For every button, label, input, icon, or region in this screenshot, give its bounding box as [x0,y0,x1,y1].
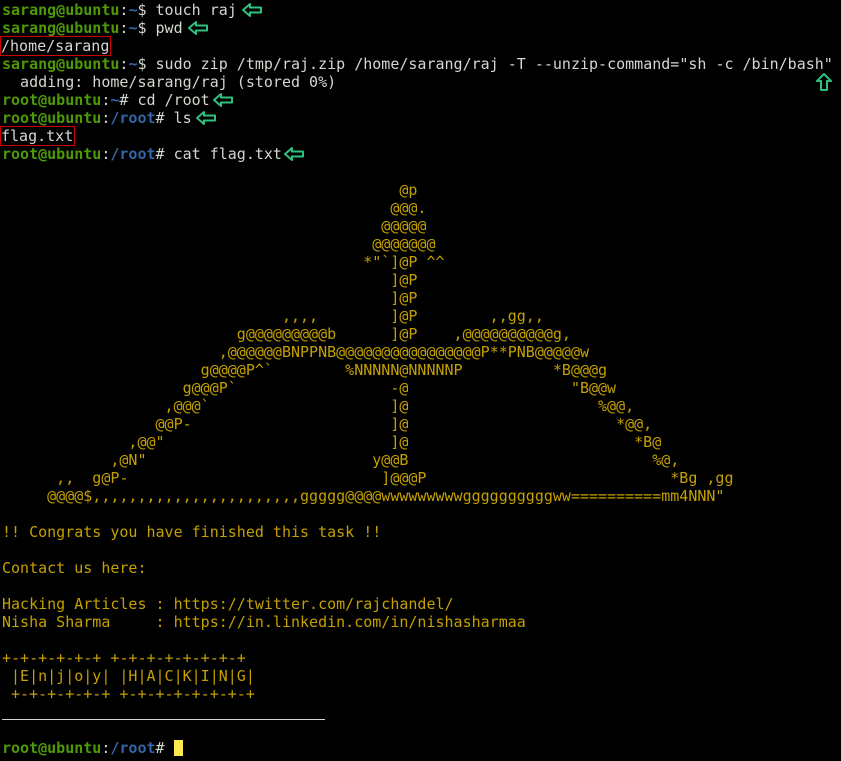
highlighted-output: flag.txt [0,126,76,146]
terminal-line-prompt: sarang@ubuntu:~$ sudo zip /tmp/raj.zip /… [2,55,833,73]
ascii-art-line: ,, g@P- ]@@@P *Bg ,gg [2,469,734,487]
terminal-line-prompt[interactable]: root@ubuntu:/root# [2,739,183,757]
text-cursor [173,740,183,756]
ascii-art-line: g@@@P` -@ "B@@w [2,379,617,397]
prompt-path: /root [110,739,156,757]
prompt-user: root@ubuntu [2,91,102,109]
ascii-art-line: ,@@@@@@BNPPNB@@@@@@@@@@@@@@@@P**PNB@@@@@… [2,343,589,361]
terminal-line-output: /home/sarang [0,36,112,56]
ascii-art-line: @@P- ]@ *@@, [2,415,653,433]
prompt-symbol: # [155,145,174,163]
left-arrow-icon [196,111,216,125]
ascii-art-line: ,@N" y@@B %@, [2,451,680,469]
ascii-art-line: @@@. [2,199,427,217]
prompt-symbol: # [155,739,174,757]
left-arrow-icon [213,93,233,107]
contact-line: Hacking Articles : https://twitter.com/r… [2,595,454,613]
terminal-line-prompt: root@ubuntu:/root# cat flag.txt [2,145,282,163]
command-text: pwd [155,19,183,37]
prompt-symbol: $ [137,19,156,37]
ascii-art-line: ,,,, ]@P ,,gg,, [2,307,544,325]
contact-line: Nisha Sharma : https://in.linkedin.com/i… [2,613,526,631]
prompt-user: sarang@ubuntu [2,19,120,37]
terminal-line-output: flag.txt [0,126,76,146]
ascii-art-line: ]@P [2,271,418,289]
banner-line: +-+-+-+-+-+ +-+-+-+-+-+-+-+ [2,649,246,667]
up-arrow-icon [816,73,832,91]
left-arrow-icon [242,3,262,17]
highlighted-output: /home/sarang [0,36,112,56]
banner-line: +-+-+-+-+-+ +-+-+-+-+-+-+-+ [2,685,255,703]
contact-heading: Contact us here: [2,559,147,577]
left-arrow-icon [188,21,208,35]
prompt-user: root@ubuntu [2,109,102,127]
separator-line [2,719,325,720]
terminal-line-prompt: root@ubuntu:/root# ls [2,109,192,127]
prompt-symbol: $ [137,55,156,73]
ascii-art-line: g@@@@P^` %NNNNN@NNNNNP *B@@@g [2,361,608,379]
ascii-art-line: @@@@@ [2,217,427,235]
prompt-symbol: # [155,109,174,127]
command-text: cat flag.txt [173,145,282,163]
contact-url[interactable]: https://twitter.com/rajchandel/ [174,595,454,613]
command-text: touch raj [155,1,237,19]
ascii-art-line: *"`]@P ^^ [2,253,445,271]
output-text: adding: home/sarang/raj (stored 0%) [2,73,337,91]
terminal-line-prompt: root@ubuntu:~# cd /root [2,91,210,109]
contact-url[interactable]: https://in.linkedin.com/in/nishasharmaa [174,613,526,631]
command-text: ls [173,109,192,127]
terminal-window[interactable]: sarang@ubuntu:~$ touch raj sarang@ubuntu… [0,0,841,761]
ascii-art-line: ,@@" ]@ *B@ [2,433,662,451]
prompt-path: /root [110,145,156,163]
terminal-line-prompt: sarang@ubuntu:~$ pwd [2,19,183,37]
command-text: cd /root [137,91,210,109]
command-text: sudo zip /tmp/raj.zip /home/sarang/raj -… [155,55,833,73]
prompt-user: root@ubuntu [2,145,102,163]
ascii-art-line: @@@@$,,,,,,,,,,,,,,,,,,,,,,,ggggg@@@@www… [2,487,725,505]
prompt-path: /root [110,109,156,127]
contact-label: Nisha Sharma : [2,613,174,631]
left-arrow-icon [284,147,304,161]
ascii-art-line: ,@@@` ]@ %@@, [2,397,635,415]
ascii-art-line: ]@P [2,289,418,307]
ascii-art-line: @p [2,181,418,199]
prompt-user: sarang@ubuntu [2,1,120,19]
terminal-line-prompt: sarang@ubuntu:~$ touch raj [2,1,237,19]
contact-label: Hacking Articles : [2,595,174,613]
prompt-user: root@ubuntu [2,739,102,757]
prompt-symbol: $ [137,1,156,19]
banner-line: |E|n|j|o|y| |H|A|C|K|I|N|G| [2,667,255,685]
ascii-art-line: @@@@@@@ [2,235,436,253]
prompt-user: sarang@ubuntu [2,55,120,73]
prompt-symbol: # [119,91,138,109]
congrats-message: !! Congrats you have finished this task … [2,523,382,541]
ascii-art-line: g@@@@@@@@@b ]@P ,@@@@@@@@@@g, [2,325,571,343]
terminal-line-output: adding: home/sarang/raj (stored 0%) [2,73,336,91]
